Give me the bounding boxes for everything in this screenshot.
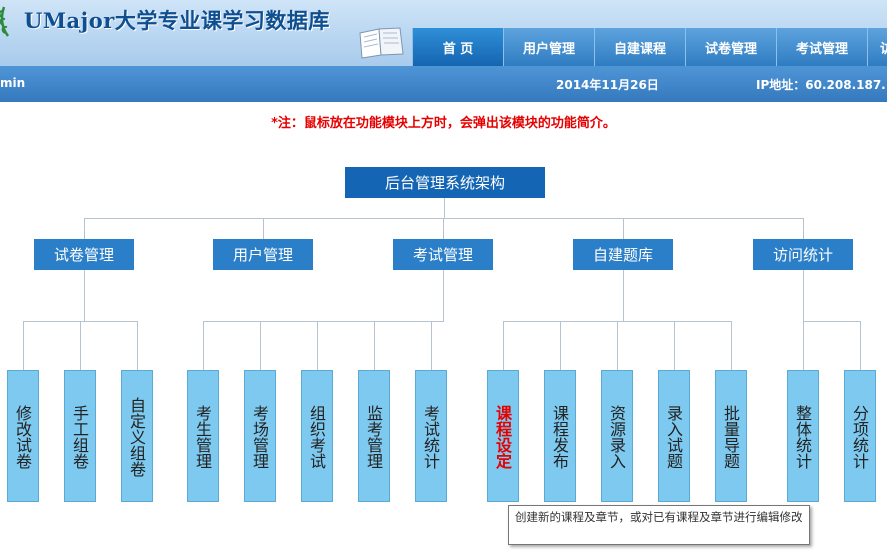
app-title: UMajor大学专业课学习数据库 [24, 8, 330, 33]
leaf-connector [503, 321, 504, 370]
leaf-stem [443, 270, 444, 321]
book-icon [359, 27, 404, 59]
root-connector [444, 198, 445, 218]
nav-user-management[interactable]: 用户管理 [503, 28, 594, 66]
leaf-connector [674, 321, 675, 370]
leaf-connector [617, 321, 618, 370]
leaf-logo-icon [0, 6, 10, 37]
status-bar: min 2014年11月26日 IP地址：60.208.187.17 [0, 66, 887, 102]
leaf-stem [803, 270, 804, 321]
leaf-connector [860, 321, 861, 370]
nav-visit[interactable]: 访 [867, 28, 887, 66]
leaf-bus [803, 321, 861, 322]
user-name: min [0, 76, 26, 90]
category-bus [84, 218, 804, 219]
leaf-connector [260, 321, 261, 370]
header-banner: UMajor大学专业课学习数据库 首 页用户管理自建课程试卷管理考试管理访 [0, 0, 887, 66]
leaf-connector [203, 321, 204, 370]
nav-paper-management[interactable]: 试卷管理 [685, 28, 776, 66]
category-user-management[interactable]: 用户管理 [213, 239, 313, 270]
leaf-bus [203, 321, 444, 322]
category-connector [263, 218, 264, 239]
date-text: 2014年11月26日 [556, 78, 659, 92]
module-0-0[interactable]: 修改试卷 [7, 370, 39, 502]
leaf-connector [731, 321, 732, 370]
module-2-2[interactable]: 组织考试 [301, 370, 333, 502]
category-connector [84, 218, 85, 239]
module-3-0[interactable]: 课程设定 [487, 370, 519, 502]
leaf-stem [623, 270, 624, 321]
module-3-2[interactable]: 资源录入 [601, 370, 633, 502]
nav-home[interactable]: 首 页 [412, 28, 503, 66]
module-2-3[interactable]: 监考管理 [358, 370, 390, 502]
module-4-1[interactable]: 分项统计 [844, 370, 876, 502]
leaf-connector [137, 321, 138, 370]
module-0-1[interactable]: 手工组卷 [64, 370, 96, 502]
nav-course[interactable]: 自建课程 [594, 28, 685, 66]
module-3-3[interactable]: 录入试题 [658, 370, 690, 502]
category-paper-management[interactable]: 试卷管理 [34, 239, 134, 270]
ip-address: IP地址：60.208.187.17 [756, 78, 887, 92]
leaf-connector [80, 321, 81, 370]
module-3-4[interactable]: 批量导题 [715, 370, 747, 502]
module-3-1[interactable]: 课程发布 [544, 370, 576, 502]
tooltip: 创建新的课程及章节，或对已有课程及章节进行编辑修改 [508, 505, 810, 545]
leaf-connector [23, 321, 24, 370]
module-4-0[interactable]: 整体统计 [787, 370, 819, 502]
leaf-connector [374, 321, 375, 370]
category-connector [623, 218, 624, 239]
module-2-4[interactable]: 考试统计 [415, 370, 447, 502]
main-nav: 首 页用户管理自建课程试卷管理考试管理访 [412, 28, 887, 66]
leaf-connector [803, 321, 804, 370]
chart-root: 后台管理系统架构 [345, 167, 545, 198]
category-question-bank[interactable]: 自建题库 [573, 239, 673, 270]
category-connector [803, 218, 804, 239]
category-connector [443, 218, 444, 239]
category-exam-management[interactable]: 考试管理 [393, 239, 493, 270]
nav-exam-management[interactable]: 考试管理 [776, 28, 867, 66]
leaf-stem [84, 270, 85, 321]
leaf-connector [560, 321, 561, 370]
module-0-2[interactable]: 自定义组卷 [121, 370, 153, 502]
notice-text: *注：鼠标放在功能模块上方时，会弹出该模块的功能简介。 [271, 116, 616, 131]
module-2-1[interactable]: 考场管理 [244, 370, 276, 502]
logo: UMajor大学专业课学习数据库 [0, 0, 330, 40]
category-visit-statistics[interactable]: 访问统计 [753, 239, 853, 270]
leaf-connector [317, 321, 318, 370]
module-2-0[interactable]: 考生管理 [187, 370, 219, 502]
leaf-connector [431, 321, 432, 370]
